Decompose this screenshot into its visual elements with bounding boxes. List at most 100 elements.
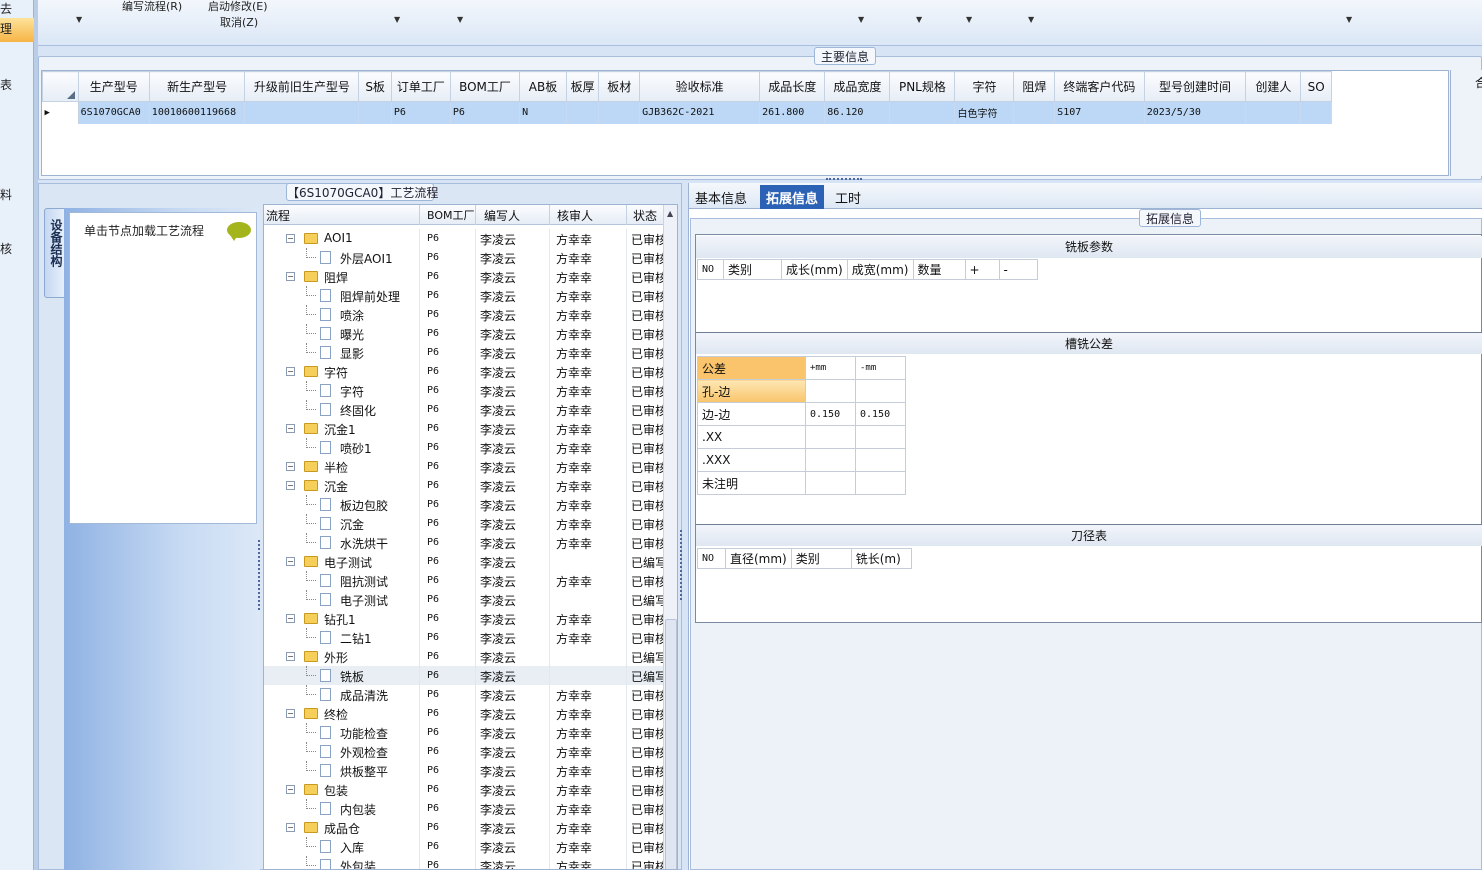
tree-row[interactable]: 沉金 P6 李凌云 方幸幸 已审核 (264, 514, 664, 533)
nav-item-2[interactable]: 表 (0, 76, 34, 93)
collapse-icon[interactable]: − (286, 823, 295, 832)
table-row[interactable]: ▶ 6S1070GCA0 10010600119668 P6 P6 N GJB362C-2… (42, 101, 1332, 124)
cutter-header[interactable]: 类别 (790, 548, 852, 569)
tree-row[interactable]: 外观检查 P6 李凌云 方幸幸 已审核 (264, 742, 664, 761)
tree-row[interactable]: − 沉金1 P6 李凌云 方幸幸 已审核 (264, 419, 664, 438)
tree-row[interactable]: 电子测试 P6 李凌云 已编写 (264, 590, 664, 609)
table-cell[interactable] (598, 101, 641, 124)
column-header[interactable]: 阻焊 (1013, 71, 1056, 102)
col-flow[interactable]: 流程 (266, 207, 290, 224)
table-cell[interactable] (244, 101, 360, 124)
collapse-icon[interactable]: − (286, 709, 295, 718)
start-modify-menu[interactable]: 启动修改(E) (208, 0, 268, 14)
table-cell[interactable]: 86.120 (824, 101, 891, 124)
chevron-down-icon[interactable]: ▼ (858, 15, 864, 24)
column-header[interactable]: 生产型号 (77, 71, 150, 102)
collapse-icon[interactable]: − (286, 481, 295, 490)
process-tree[interactable]: 流程 BOM工厂 编写人 核审人 状态 − AOI1 P6 李凌云 方幸幸 已审核 外层AO… (263, 204, 678, 870)
tree-row[interactable]: 阻焊前处理 P6 李凌云 方幸幸 已审核 (264, 286, 664, 305)
table-cell[interactable] (358, 101, 392, 124)
tree-row[interactable]: − 半检 P6 李凌云 方幸幸 已审核 (264, 457, 664, 476)
splitter-grip[interactable] (826, 178, 862, 182)
mill-header[interactable]: 类别 (723, 259, 782, 280)
collapse-icon[interactable]: − (286, 652, 295, 661)
tree-row[interactable]: − 成品仓 P6 李凌云 方幸幸 已审核 (264, 818, 664, 837)
nav-item-3[interactable]: 料 (0, 186, 34, 203)
tolerance-table[interactable]: 公差 +mm -mm 孔-边 边-边 0.150 0.150 .XX .XXX 未注明 (697, 356, 906, 495)
tree-row[interactable]: − 钻孔1 P6 李凌云 方幸幸 已审核 (264, 609, 664, 628)
tree-row[interactable]: 二钻1 P6 李凌云 方幸幸 已审核 (264, 628, 664, 647)
chevron-down-icon[interactable]: ▼ (457, 15, 463, 24)
column-header[interactable]: 验收标准 (639, 71, 761, 102)
collapse-icon[interactable]: − (286, 234, 295, 243)
tree-row[interactable]: − 外形 P6 李凌云 已编写 (264, 647, 664, 666)
tab-ext-info[interactable]: 拓展信息 (760, 185, 825, 209)
tolerance-row[interactable]: .XXX (697, 448, 906, 472)
table-cell[interactable]: 2023/5/30 (1144, 101, 1247, 124)
collapse-icon[interactable]: − (286, 557, 295, 566)
cutter-header[interactable]: NO (697, 548, 726, 569)
tolerance-row[interactable]: 未注明 (697, 471, 906, 495)
table-cell[interactable] (889, 101, 956, 124)
tolerance-minus[interactable] (855, 471, 906, 495)
tolerance-plus[interactable] (805, 425, 856, 449)
cutter-table[interactable]: NO 直径(mm) 类别 铣长(m) (697, 548, 912, 569)
tree-row[interactable]: 显影 P6 李凌云 方幸幸 已审核 (264, 343, 664, 362)
edit-flow-menu[interactable]: 编写流程(R) (122, 0, 182, 14)
tree-row[interactable]: 曝光 P6 李凌云 方幸幸 已审核 (264, 324, 664, 343)
column-header[interactable]: 终端客户代码 (1054, 71, 1145, 102)
tree-row[interactable]: − 包装 P6 李凌云 方幸幸 已审核 (264, 780, 664, 799)
table-cell[interactable] (566, 101, 600, 124)
tree-row[interactable]: 阻抗测试 P6 李凌云 方幸幸 已审核 (264, 571, 664, 590)
chevron-down-icon[interactable]: ▼ (1028, 15, 1034, 24)
nav-item-4[interactable]: 核 (0, 240, 34, 257)
nav-item-1[interactable]: 理 (0, 18, 34, 42)
tolerance-row[interactable]: 边-边 0.150 0.150 (697, 402, 906, 426)
tab-device-structure[interactable]: 设备结构 (44, 208, 66, 298)
tree-row[interactable]: 喷涂 P6 李凌云 方幸幸 已审核 (264, 305, 664, 324)
column-header[interactable]: BOM工厂 (449, 71, 521, 102)
tree-row[interactable]: 入库 P6 李凌云 方幸幸 已审核 (264, 837, 664, 856)
chevron-down-icon[interactable]: ▼ (394, 15, 400, 24)
table-cell[interactable]: S107 (1054, 101, 1145, 124)
table-cell[interactable]: P6 (391, 101, 451, 124)
column-header[interactable]: AB板 (519, 71, 567, 102)
mill-header[interactable]: - (998, 259, 1038, 280)
column-header[interactable]: 成品宽度 (824, 71, 891, 102)
tree-row[interactable]: 功能检查 P6 李凌云 方幸幸 已审核 (264, 723, 664, 742)
cutter-header[interactable]: 铣长(m) (850, 548, 912, 569)
col-status[interactable]: 状态 (633, 207, 657, 224)
tree-row[interactable]: 水洗烘干 P6 李凌云 方幸幸 已审核 (264, 533, 664, 552)
column-header[interactable]: 新生产型号 (148, 71, 246, 102)
col-checker[interactable]: 核审人 (557, 207, 593, 224)
column-header[interactable]: S板 (358, 71, 392, 102)
table-cell[interactable] (1013, 101, 1056, 124)
tree-row[interactable]: − AOI1 P6 李凌云 方幸幸 已审核 (264, 229, 664, 248)
tolerance-row[interactable]: .XX (697, 425, 906, 449)
nav-item-0[interactable]: 去 (0, 0, 34, 14)
column-header[interactable]: 创建人 (1245, 71, 1302, 102)
table-cell[interactable]: 10010600119668 (149, 101, 246, 124)
tree-row[interactable]: 铣板 P6 李凌云 已编写 (264, 666, 664, 685)
collapse-icon[interactable]: − (286, 424, 295, 433)
chevron-down-icon[interactable]: ▼ (76, 15, 82, 24)
tolerance-plus[interactable] (805, 379, 856, 403)
tree-row[interactable]: 外层AOI1 P6 李凌云 方幸幸 已审核 (264, 248, 664, 267)
table-cell[interactable]: N (519, 101, 567, 124)
tolerance-plus[interactable]: 0.150 (805, 402, 856, 426)
tolerance-minus[interactable] (855, 379, 906, 403)
tree-row[interactable]: − 终检 P6 李凌云 方幸幸 已审核 (264, 704, 664, 723)
scroll-up-icon[interactable]: ▲ (667, 209, 673, 218)
table-cell[interactable]: GJB362C-2021 (639, 101, 761, 124)
table-cell[interactable] (1245, 101, 1302, 124)
tab-work-hours[interactable]: 工时 (829, 185, 867, 209)
scrollbar-thumb[interactable] (665, 619, 677, 869)
mill-header[interactable]: + (964, 259, 1000, 280)
collapse-icon[interactable]: − (286, 785, 295, 794)
table-cell[interactable] (1300, 101, 1332, 124)
column-header[interactable]: 成品长度 (759, 71, 826, 102)
column-header[interactable]: 板厚 (565, 71, 600, 102)
device-tree[interactable]: 单击节点加载工艺流程 (69, 212, 257, 524)
column-header[interactable]: PNL规格 (889, 71, 956, 102)
column-header[interactable]: 板材 (598, 71, 641, 102)
